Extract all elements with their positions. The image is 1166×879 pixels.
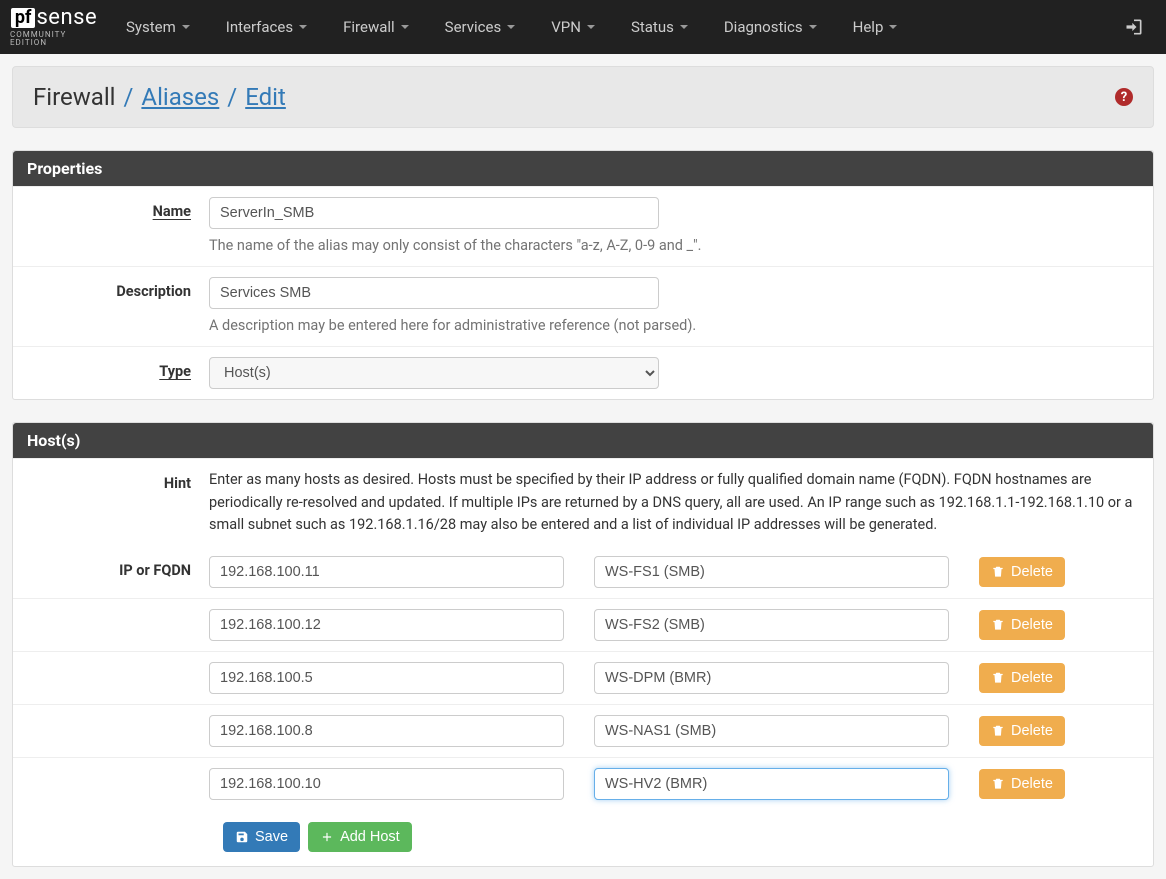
nav-item-label: Diagnostics xyxy=(724,18,803,36)
save-icon xyxy=(235,830,249,844)
add-host-button[interactable]: Add Host xyxy=(308,822,412,852)
host-description-input[interactable] xyxy=(594,768,949,800)
chevron-down-icon xyxy=(182,25,190,29)
host-address-input[interactable] xyxy=(209,768,564,800)
trash-icon xyxy=(991,618,1005,632)
chevron-down-icon xyxy=(507,25,515,29)
delete-host-button[interactable]: Delete xyxy=(979,610,1065,640)
chevron-down-icon xyxy=(401,25,409,29)
type-select[interactable]: Host(s) xyxy=(209,357,659,389)
host-description-input[interactable] xyxy=(594,609,949,641)
host-description-input[interactable] xyxy=(594,556,949,588)
delete-host-button[interactable]: Delete xyxy=(979,663,1065,693)
nav-item-label: Interfaces xyxy=(226,18,293,36)
breadcrumb-aliases[interactable]: Aliases xyxy=(141,83,219,111)
nav-item-label: Help xyxy=(853,18,884,36)
nav-item-label: System xyxy=(126,18,176,36)
save-button[interactable]: Save xyxy=(223,822,300,852)
logo-subtext: COMMUNITY EDITION xyxy=(10,31,98,47)
breadcrumb: Firewall / Aliases / Edit ? xyxy=(12,66,1154,128)
trash-icon xyxy=(991,777,1005,791)
label-empty xyxy=(29,662,209,668)
host-address-input[interactable] xyxy=(209,715,564,747)
help-icon[interactable]: ? xyxy=(1115,88,1133,106)
trash-icon xyxy=(991,671,1005,685)
chevron-down-icon xyxy=(680,25,688,29)
chevron-down-icon xyxy=(889,25,897,29)
breadcrumb-sep: / xyxy=(227,83,237,111)
label-description: Description xyxy=(29,277,209,300)
delete-label: Delete xyxy=(1011,617,1053,633)
logo-sense: sense xyxy=(36,7,97,29)
save-label: Save xyxy=(255,829,288,845)
nav-item-help[interactable]: Help xyxy=(835,0,916,54)
nav-item-label: Services xyxy=(445,18,502,36)
nav-item-firewall[interactable]: Firewall xyxy=(325,0,427,54)
chevron-down-icon xyxy=(587,25,595,29)
nav-item-label: VPN xyxy=(551,18,581,36)
panel-properties: Properties Name The name of the alias ma… xyxy=(12,150,1154,400)
nav-item-interfaces[interactable]: Interfaces xyxy=(208,0,325,54)
delete-label: Delete xyxy=(1011,564,1053,580)
label-name: Name xyxy=(29,197,209,220)
breadcrumb-sep: / xyxy=(124,83,134,111)
top-navbar: pf sense COMMUNITY EDITION System Interfa… xyxy=(0,0,1166,54)
name-input[interactable] xyxy=(209,197,659,229)
delete-host-button[interactable]: Delete xyxy=(979,557,1065,587)
panel-hosts-title: Host(s) xyxy=(13,423,1153,458)
label-type: Type xyxy=(29,357,209,380)
label-empty xyxy=(29,715,209,721)
trash-icon xyxy=(991,724,1005,738)
chevron-down-icon xyxy=(299,25,307,29)
add-host-label: Add Host xyxy=(340,829,400,845)
delete-label: Delete xyxy=(1011,776,1053,792)
description-input[interactable] xyxy=(209,277,659,309)
actions-row: Save Add Host xyxy=(13,810,1153,866)
help-description: A description may be entered here for ad… xyxy=(209,315,1137,336)
label-hint: Hint xyxy=(29,469,209,492)
delete-label: Delete xyxy=(1011,670,1053,686)
host-address-input[interactable] xyxy=(209,556,564,588)
delete-host-button[interactable]: Delete xyxy=(979,716,1065,746)
host-description-input[interactable] xyxy=(594,662,949,694)
breadcrumb-edit[interactable]: Edit xyxy=(245,83,286,111)
label-ip-or-fqdn: IP or FQDN xyxy=(29,556,209,579)
nav-item-status[interactable]: Status xyxy=(613,0,706,54)
nav-item-services[interactable]: Services xyxy=(427,0,534,54)
logo-pf: pf xyxy=(11,8,36,28)
breadcrumb-root: Firewall xyxy=(33,83,116,111)
logout-icon[interactable] xyxy=(1124,17,1144,37)
plus-icon xyxy=(320,830,334,844)
host-address-input[interactable] xyxy=(209,609,564,641)
nav-item-label: Firewall xyxy=(343,18,395,36)
trash-icon xyxy=(991,565,1005,579)
panel-properties-title: Properties xyxy=(13,151,1153,186)
label-empty xyxy=(29,609,209,615)
nav-item-vpn[interactable]: VPN xyxy=(533,0,613,54)
help-hint: Enter as many hosts as desired. Hosts mu… xyxy=(209,469,1137,536)
panel-hosts: Host(s) Hint Enter as many hosts as desi… xyxy=(12,422,1154,867)
nav-item-label: Status xyxy=(631,18,674,36)
host-description-input[interactable] xyxy=(594,715,949,747)
logo[interactable]: pf sense COMMUNITY EDITION xyxy=(0,3,108,51)
nav-item-system[interactable]: System xyxy=(108,0,208,54)
nav-item-diagnostics[interactable]: Diagnostics xyxy=(706,0,835,54)
help-name: The name of the alias may only consist o… xyxy=(209,235,1137,256)
chevron-down-icon xyxy=(809,25,817,29)
delete-label: Delete xyxy=(1011,723,1053,739)
host-address-input[interactable] xyxy=(209,662,564,694)
nav-items: System Interfaces Firewall Services VPN Statu… xyxy=(108,0,1124,54)
